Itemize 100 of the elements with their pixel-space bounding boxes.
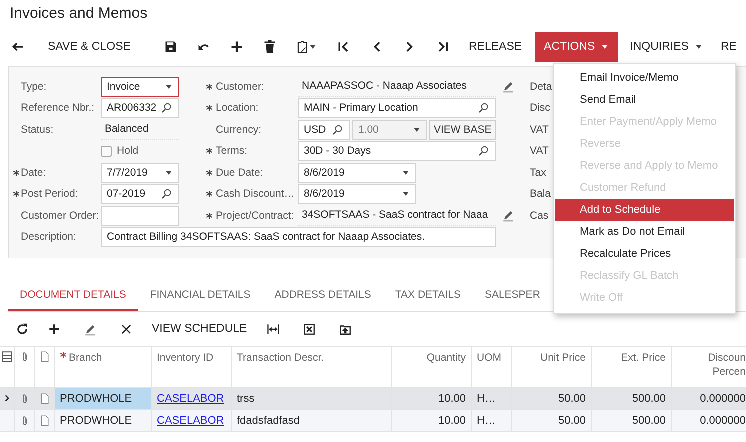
field-label: Due Date: <box>216 166 264 179</box>
refresh-icon[interactable] <box>16 322 28 336</box>
dropdown-caret-icon[interactable] <box>165 168 173 177</box>
clipboard-icon[interactable] <box>296 40 310 54</box>
field-label: Tax <box>530 166 546 179</box>
caret-icon[interactable] <box>309 43 318 51</box>
release-button[interactable]: RELEASE <box>460 32 532 62</box>
field-value: NAAAPASSOC - Naaap Associates <box>298 76 496 97</box>
column-header: Discoun Percen <box>707 351 746 379</box>
field-label: Customer: <box>216 80 264 93</box>
edit-icon[interactable] <box>502 80 515 94</box>
search-icon[interactable] <box>478 145 490 158</box>
table-cell: 50.00 <box>558 392 586 404</box>
toolbar-button[interactable]: RE <box>712 32 746 62</box>
actions-button[interactable]: ACTIONS <box>535 32 618 62</box>
table-cell: 500.00 <box>632 392 666 404</box>
field-label: Type: <box>21 80 47 93</box>
column-header: Transaction Descr. <box>237 351 324 365</box>
column-header: Quantity <box>426 351 466 365</box>
page-title: Invoices and Memos <box>10 5 148 22</box>
field-value: 34SOFTSAAS - SaaS contract for Naaa <box>298 206 496 226</box>
date-field[interactable]: 8/6/2019 <box>298 162 416 183</box>
view-schedule-button[interactable]: VIEW SCHEDULE <box>144 323 256 335</box>
field-label: Status: <box>21 124 54 136</box>
table-cell: H… <box>477 392 496 404</box>
inventory-link[interactable]: CASELABOR <box>157 392 224 404</box>
dropdown-field[interactable]: 7/7/2019 <box>101 162 179 183</box>
field-label: VAT <box>530 124 549 136</box>
search-icon[interactable] <box>332 124 344 136</box>
column-header: Unit Price <box>540 351 586 365</box>
caret-icon <box>694 43 703 51</box>
tab[interactable]: FINANCIAL DETAILS <box>138 280 263 311</box>
back-arrow-icon[interactable] <box>10 40 25 54</box>
field-label: Date: <box>21 166 46 179</box>
view-base-button[interactable]: VIEW BASE <box>429 120 496 140</box>
export-excel-icon[interactable] <box>302 322 316 336</box>
column-header: Branch <box>69 351 102 365</box>
note-icon[interactable] <box>38 414 50 426</box>
field-label: Cas <box>530 210 549 222</box>
text-field[interactable] <box>101 206 179 226</box>
inquiries-button[interactable]: INQUIRIES <box>621 32 712 62</box>
table-cell: 10.00 <box>438 414 466 426</box>
upload-icon[interactable] <box>338 322 352 336</box>
column-header: Inventory ID <box>157 351 214 365</box>
tab[interactable]: TAX DETAILS <box>383 280 473 311</box>
fit-width-icon[interactable] <box>266 322 280 336</box>
add-icon[interactable] <box>48 322 60 336</box>
dropdown-caret-icon[interactable] <box>402 190 410 198</box>
last-record-icon[interactable] <box>436 40 450 54</box>
tab[interactable]: DOCUMENT DETAILS <box>8 280 138 311</box>
menu-item[interactable]: Recalculate Prices <box>555 243 734 265</box>
dropdown-field[interactable]: Invoice <box>101 76 179 97</box>
edit-icon[interactable] <box>502 209 515 222</box>
field-label: Customer Order: <box>21 210 100 222</box>
column-header: UOM <box>477 351 502 365</box>
search-icon[interactable] <box>161 102 173 114</box>
table-row[interactable]: PRODWHOLE CASELABOR fdadsfadfasd 10.00 H… 50.00 500.00 0.000000 <box>0 410 746 432</box>
tab[interactable]: SALESPER <box>472 280 552 311</box>
lookup-field[interactable]: USD <box>298 120 350 140</box>
lookup-field[interactable]: 30D - 30 Days <box>298 141 496 162</box>
checkbox[interactable] <box>101 146 112 157</box>
add-icon[interactable] <box>230 40 244 54</box>
dropdown-caret-icon[interactable] <box>402 168 410 177</box>
save-icon[interactable] <box>164 40 178 54</box>
menu-item[interactable]: Add to Schedule <box>555 199 734 221</box>
menu-item[interactable]: Send Email <box>555 89 734 111</box>
table-cell: 0.000000 <box>700 414 746 426</box>
note-icon[interactable] <box>38 392 50 404</box>
row-indicator-icon <box>2 394 12 403</box>
search-icon[interactable] <box>161 188 173 200</box>
lookup-field[interactable]: MAIN - Primary Location <box>298 98 496 118</box>
search-icon[interactable] <box>478 102 490 114</box>
table-cell: trss <box>237 392 255 404</box>
field-label: Deta <box>530 80 552 93</box>
column-header: Ext. Price <box>621 351 666 365</box>
tab[interactable]: ADDRESS DETAILS <box>262 280 384 311</box>
close-icon[interactable] <box>120 322 132 336</box>
dropdown-caret-icon[interactable] <box>165 82 173 91</box>
table-cell: 0.000000 <box>700 392 746 404</box>
field-label: Location: <box>216 102 259 114</box>
inventory-link[interactable]: CASELABOR <box>157 414 224 426</box>
lookup-field[interactable]: 07-2019 <box>101 184 179 204</box>
menu-item[interactable]: Email Invoice/Memo <box>555 67 734 89</box>
lookup-field[interactable]: AR006332 <box>101 98 179 118</box>
table-cell: 10.00 <box>438 392 466 404</box>
table-cell: PRODWHOLE <box>60 414 132 426</box>
field-label: Terms: <box>216 145 248 158</box>
save-close-button[interactable]: SAVE & CLOSE <box>39 32 140 62</box>
field-label: VAT <box>530 145 549 158</box>
delete-icon[interactable] <box>263 40 278 54</box>
field-label: Description: <box>21 231 76 244</box>
date-field[interactable]: 8/6/2019 <box>298 184 416 204</box>
field-label: Currency: <box>216 124 262 136</box>
table-cell: 500.00 <box>632 414 666 426</box>
text-field[interactable]: Contract Billing 34SOFTSAAS: SaaS contract for Naaap Associates. <box>101 227 496 248</box>
first-record-icon[interactable] <box>336 40 351 54</box>
checkbox-label: Hold <box>117 145 139 158</box>
edit-icon[interactable] <box>84 322 96 336</box>
table-row[interactable]: PRODWHOLE CASELABOR trss 10.00 H… 50.00 500.00 0.000000 <box>0 388 746 410</box>
menu-item[interactable]: Mark as Do not Email <box>555 221 734 243</box>
